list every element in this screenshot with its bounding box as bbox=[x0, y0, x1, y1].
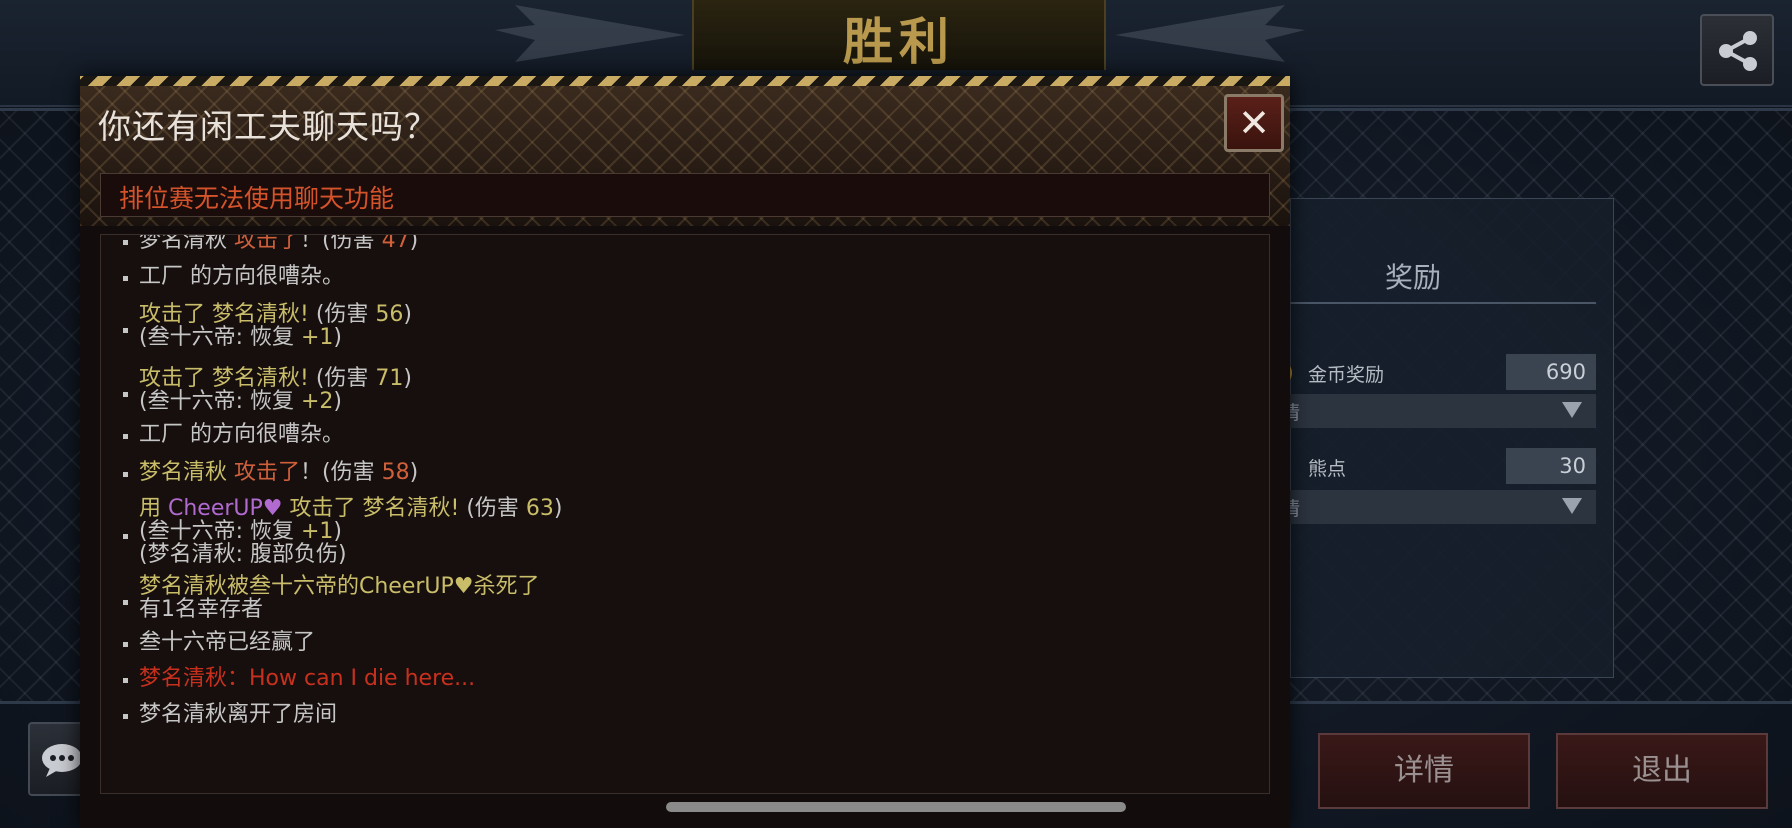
log-line: 攻击了 梦名清秋! (伤害 71) bbox=[139, 367, 412, 390]
log-text: ) bbox=[403, 366, 412, 391]
log-text: ) bbox=[403, 302, 412, 327]
bullet-icon bbox=[123, 434, 128, 439]
log-text: 56 bbox=[375, 302, 404, 327]
victory-banner: 胜利 bbox=[692, 0, 1106, 71]
log-line: (梦名清秋: 腹部负伤) bbox=[139, 543, 563, 566]
log-text: (梦名清秋: 腹部负伤) bbox=[139, 542, 347, 567]
home-indicator bbox=[666, 802, 1126, 812]
victory-title: 胜利 bbox=[843, 12, 955, 71]
log-text: 攻击了 梦名清秋! bbox=[139, 302, 309, 327]
chat-bubble-icon bbox=[42, 744, 82, 777]
bullet-icon bbox=[123, 714, 128, 719]
bullet-icon bbox=[123, 600, 128, 605]
log-line: 梦名清秋 攻击了！(伤害 58) bbox=[139, 461, 418, 484]
log-text: 工厂 的方向很嘈杂。 bbox=[139, 422, 344, 447]
log-text: ) bbox=[333, 389, 343, 414]
chevron-down-icon bbox=[1562, 402, 1582, 418]
share-button[interactable] bbox=[1700, 14, 1774, 86]
log-line: 用 CheerUP♥ 攻击了 梦名清秋! (伤害 63) bbox=[139, 497, 563, 520]
chevron-down-icon bbox=[1562, 498, 1582, 514]
log-line: 攻击了 梦名清秋! (伤害 56) bbox=[139, 303, 412, 326]
log-text: +1 bbox=[300, 325, 334, 350]
log-text: 47 bbox=[381, 234, 410, 253]
log-text: +1 bbox=[300, 519, 334, 544]
log-line: 工厂 的方向很嘈杂。 bbox=[139, 265, 344, 288]
reward-label: 金币奖励 bbox=[1308, 364, 1385, 386]
log-text: 63 bbox=[525, 496, 554, 521]
reward-row-coins: 金币奖励 690 bbox=[1252, 354, 1596, 390]
chat-disabled-notice: 排位赛无法使用聊天功能 bbox=[119, 184, 395, 213]
chat-dialog: 你还有闲工夫聊天吗？ ✕ 排位赛无法使用聊天功能 梦名清秋 攻击了！(伤害 47… bbox=[80, 76, 1290, 828]
log-text: (叁十六帝: 恢复 bbox=[139, 389, 301, 414]
bullet-icon bbox=[123, 328, 128, 333]
log-text: (叁十六帝: 恢复 bbox=[139, 519, 301, 544]
wing-emblem-right-icon bbox=[1115, 5, 1305, 62]
log-text: ) bbox=[409, 234, 419, 253]
log-text: 用 bbox=[139, 496, 168, 521]
log-text: CheerUP♥ bbox=[168, 496, 283, 521]
details-button[interactable]: 详情 bbox=[1318, 733, 1530, 809]
bullet-icon bbox=[123, 642, 128, 647]
log-line: 有1名幸存者 bbox=[139, 598, 540, 621]
reward-value: 30 bbox=[1559, 454, 1586, 478]
log-text: (伤害 bbox=[308, 366, 376, 391]
log-text: 梦名清秋 bbox=[139, 234, 234, 253]
log-line: (叁十六帝: 恢复 +2) bbox=[139, 390, 412, 413]
log-line: (叁十六帝: 恢复 +1) bbox=[139, 326, 412, 349]
close-button[interactable]: ✕ bbox=[1224, 94, 1284, 152]
close-icon: ✕ bbox=[1238, 101, 1270, 145]
log-text: 攻击了 梦名清秋! bbox=[139, 366, 309, 391]
bullet-icon bbox=[123, 392, 128, 397]
exit-button[interactable]: 退出 bbox=[1556, 733, 1768, 809]
log-text: 有1名幸存者 bbox=[139, 597, 263, 622]
notice-bar: 排位赛无法使用聊天功能 bbox=[100, 173, 1270, 217]
log-text: 攻击了 bbox=[234, 460, 301, 485]
share-icon bbox=[1719, 31, 1757, 71]
bullet-icon bbox=[123, 240, 128, 245]
bullet-icon bbox=[123, 678, 128, 683]
log-line: 叁十六帝已经赢了 bbox=[139, 631, 315, 654]
log-line: 梦名清秋：How can I die here... bbox=[139, 667, 475, 690]
log-text: 工厂 的方向很嘈杂。 bbox=[139, 264, 344, 289]
reward-title: 奖励 bbox=[1384, 261, 1441, 294]
bullet-icon bbox=[123, 276, 128, 281]
log-text: (伤害 bbox=[459, 496, 526, 521]
log-line: 梦名清秋离开了房间 bbox=[139, 703, 337, 726]
log-text: 梦名清秋被叁十六帝的CheerUP♥杀死了 bbox=[139, 574, 540, 599]
bullet-icon bbox=[123, 534, 128, 539]
log-text: 梦名清秋：How can I die here... bbox=[139, 666, 476, 691]
log-text: +2 bbox=[300, 389, 334, 414]
log-text: 叁十六帝已经赢了 bbox=[139, 630, 316, 655]
battle-log[interactable]: 梦名清秋 攻击了！(伤害 47) 工厂 的方向很嘈杂。 攻击了 梦名清秋! (伤害 … bbox=[100, 234, 1270, 794]
reward-row-bear-points: 🐻 熊点 30 bbox=[1252, 448, 1596, 484]
wing-emblem-left-icon bbox=[495, 5, 685, 62]
reward-value: 690 bbox=[1545, 360, 1586, 384]
log-text: ) bbox=[333, 519, 343, 544]
log-text: 71 bbox=[375, 366, 404, 391]
reward-detail-dropdown-coins[interactable]: 详情 bbox=[1262, 394, 1596, 428]
log-text: 攻击了 bbox=[234, 234, 301, 253]
bullet-icon bbox=[123, 472, 128, 477]
log-text: 梦名清秋离开了房间 bbox=[139, 702, 338, 727]
hazard-stripe bbox=[80, 76, 1290, 86]
log-line: 梦名清秋 攻击了！(伤害 47) bbox=[139, 234, 419, 253]
log-text: (伤害 bbox=[308, 302, 376, 327]
log-text: ) bbox=[553, 496, 563, 521]
dialog-title: 你还有闲工夫聊天吗？ bbox=[98, 107, 438, 146]
log-text: ！(伤害 bbox=[300, 234, 382, 253]
log-line: 工厂 的方向很嘈杂。 bbox=[139, 423, 344, 446]
reward-label: 熊点 bbox=[1308, 458, 1347, 480]
reward-detail-dropdown-bear-points[interactable]: 详情 bbox=[1262, 490, 1596, 524]
log-text: 梦名清秋 bbox=[139, 460, 234, 485]
log-line: 梦名清秋被叁十六帝的CheerUP♥杀死了 bbox=[139, 575, 540, 598]
log-text: 攻击了 梦名清秋! bbox=[282, 496, 460, 521]
log-text: ！(伤害 bbox=[300, 460, 382, 485]
log-line: (叁十六帝: 恢复 +1) bbox=[139, 520, 563, 543]
log-text: 58 bbox=[381, 460, 410, 485]
log-text: (叁十六帝: 恢复 bbox=[139, 325, 301, 350]
log-text: ) bbox=[333, 325, 343, 350]
log-text: ) bbox=[409, 460, 419, 485]
